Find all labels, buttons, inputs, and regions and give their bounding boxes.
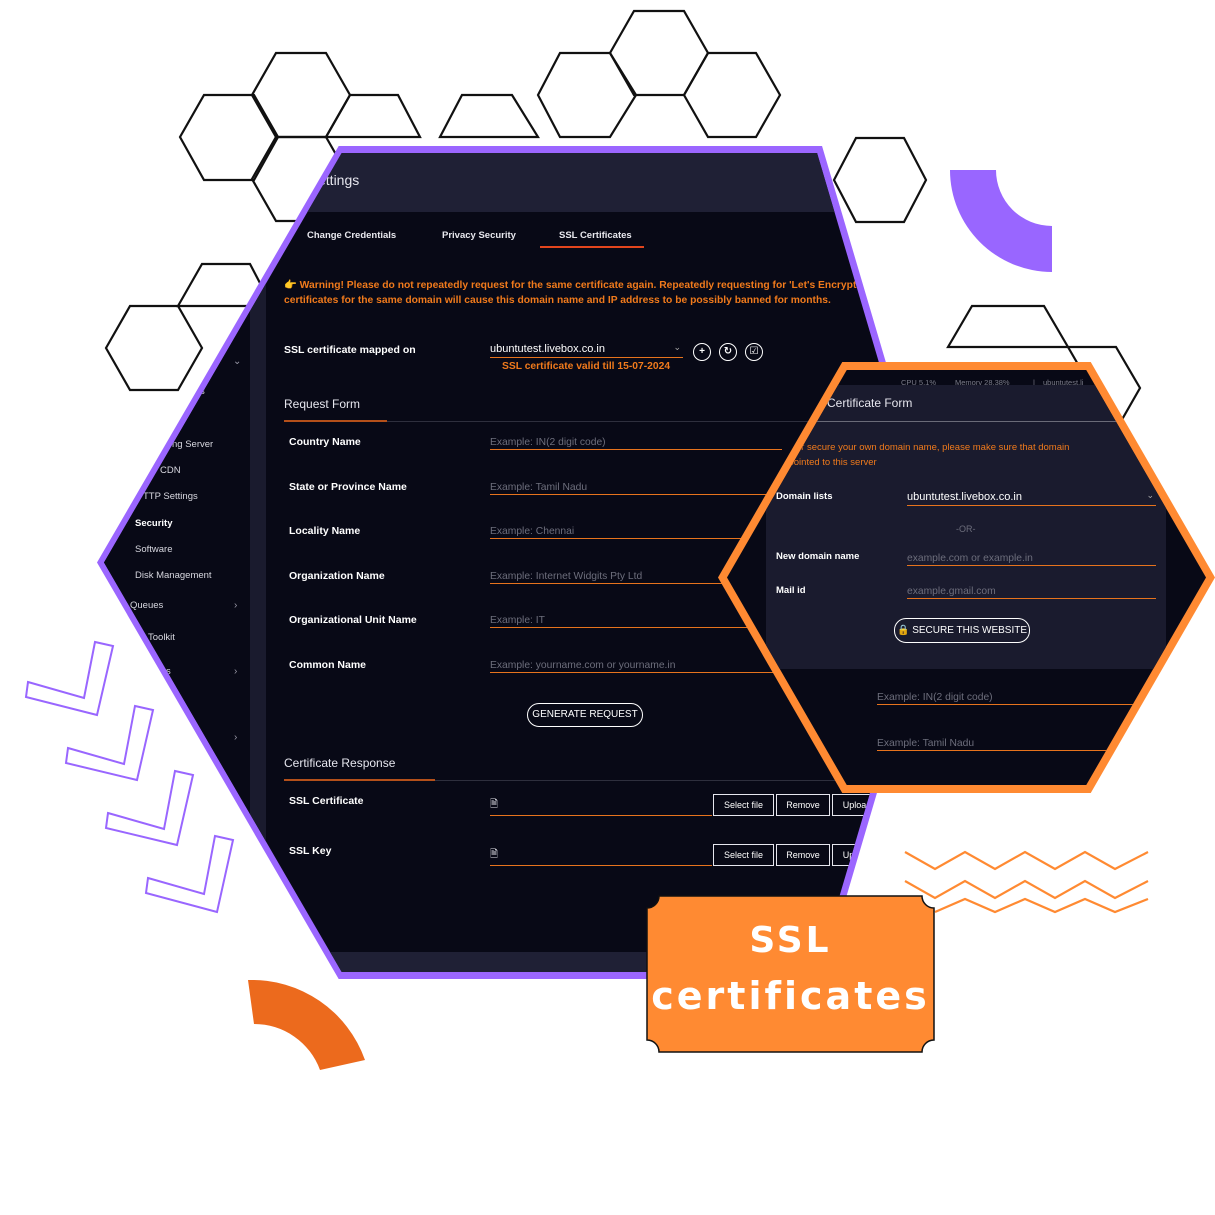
ssl-certificate-label: SSL Certificate xyxy=(289,795,364,807)
purple-arc-decoration xyxy=(950,170,1052,272)
plus-icon: + xyxy=(699,346,705,357)
certificate-response-title: Certificate Response xyxy=(284,756,396,770)
new-domain-input[interactable] xyxy=(907,551,1156,566)
domain-select[interactable]: ubuntutest.livebox.co.in ⌄ xyxy=(490,342,683,358)
sidebar-item-software[interactable]: Software xyxy=(135,544,173,555)
note-text: For secure your own domain name, please … xyxy=(787,442,1070,453)
feature-badge: SSL certificates xyxy=(645,894,936,1054)
tab-ssl-certificates[interactable]: SSL Certificates xyxy=(559,230,632,241)
refresh-icon: ↻ xyxy=(723,346,733,357)
org-unit-name-label: Organizational Unit Name xyxy=(289,614,417,626)
remove-key-button[interactable]: Remove xyxy=(776,844,830,866)
mail-id-label: Mail id xyxy=(776,585,806,596)
select-certificate-file-button[interactable]: Select file xyxy=(713,794,774,816)
domain-lists-value: ubuntutest.livebox.co.in xyxy=(907,491,1022,503)
background-country-input xyxy=(877,690,1177,705)
ssl-key-file-field[interactable] xyxy=(490,865,712,866)
sidebar-item-toolkit[interactable]: Toolkit xyxy=(148,632,175,643)
country-name-label: Country Name xyxy=(289,436,361,448)
secure-website-button[interactable]: 🔒 SECURE THIS WEBSITE xyxy=(894,618,1030,643)
domain-lists-label: Domain lists xyxy=(776,491,833,502)
common-name-label: Common Name xyxy=(289,659,367,671)
badge-title-line1: SSL xyxy=(749,920,832,961)
ssl-mapped-label: SSL certificate mapped on xyxy=(284,344,416,356)
mail-id-input[interactable] xyxy=(907,584,1156,599)
state-name-label: State or Province Name xyxy=(289,481,407,493)
section-accent xyxy=(284,779,435,781)
remove-certificate-button[interactable]: Remove xyxy=(776,794,830,816)
ssl-certificate-file-field[interactable] xyxy=(490,815,712,816)
secure-website-label: SECURE THIS WEBSITE xyxy=(912,625,1028,636)
section-accent xyxy=(284,420,387,422)
request-form-title: Request Form xyxy=(284,397,361,411)
generate-request-button[interactable]: GENERATE REQUEST xyxy=(527,703,643,727)
select-key-file-button[interactable]: Select file xyxy=(713,844,774,866)
organization-name-label: Organization Name xyxy=(289,570,385,582)
chevron-right-icon: › xyxy=(234,600,238,611)
ssl-validity-text: SSL certificate valid till 15-07-2024 xyxy=(502,361,671,372)
orange-arc-decoration xyxy=(248,979,365,1070)
zigzag-pattern xyxy=(904,850,1149,914)
state-name-input[interactable] xyxy=(490,480,790,495)
domain-lists-select[interactable]: ubuntutest.livebox.co.in ⌄ xyxy=(907,490,1156,506)
chevron-down-icon: ⌄ xyxy=(673,342,681,352)
domain-select-value: ubuntutest.livebox.co.in xyxy=(490,343,605,355)
file-icon: 🗎 xyxy=(490,849,499,860)
warning-message: 👉 Warning! Please do not repeatedly requ… xyxy=(284,280,859,306)
chevron-right-icon: › xyxy=(234,666,238,677)
tab-change-credentials[interactable]: Change Credentials xyxy=(307,230,396,241)
lock-icon: 🔒 xyxy=(896,625,910,636)
refresh-certificate-button[interactable]: ↻ xyxy=(719,343,737,361)
modal-title: Certificate Form xyxy=(827,396,913,410)
or-separator: -OR- xyxy=(956,524,976,534)
sidebar-item-streaming-server[interactable]: ng Server xyxy=(172,439,213,450)
sidebar-item-security[interactable]: Security xyxy=(135,518,173,529)
sidebar-item-cdn[interactable]: CDN xyxy=(160,465,181,476)
new-domain-label: New domain name xyxy=(776,551,860,562)
add-certificate-button[interactable]: + xyxy=(693,343,711,361)
badge-title-line2: certificates xyxy=(651,974,930,1018)
country-name-input[interactable] xyxy=(490,435,782,450)
common-name-input[interactable] xyxy=(490,658,790,673)
ssl-key-label: SSL Key xyxy=(289,845,332,857)
modal-note: ote! For secure your own domain name, pl… xyxy=(770,440,1150,470)
chevron-right-icon: › xyxy=(234,732,238,743)
active-tab-indicator xyxy=(540,246,644,248)
sidebar-item-http-settings[interactable]: TTP Settings xyxy=(143,491,198,502)
chevron-down-icon: ⌄ xyxy=(1146,490,1154,500)
modal-divider xyxy=(766,421,1166,422)
sidebar-item-disk-management[interactable]: Disk Management xyxy=(135,570,212,581)
sidebar-item-queues[interactable]: Queues xyxy=(130,600,163,611)
tab-privacy-security[interactable]: Privacy Security xyxy=(442,230,516,241)
file-icon: 🗎 xyxy=(490,799,499,810)
locality-name-label: Locality Name xyxy=(289,525,361,537)
verify-certificate-button[interactable]: ☑ xyxy=(745,343,763,361)
checkbox-icon: ☑ xyxy=(749,346,759,357)
chevron-down-icon: ⌄ xyxy=(233,356,242,367)
